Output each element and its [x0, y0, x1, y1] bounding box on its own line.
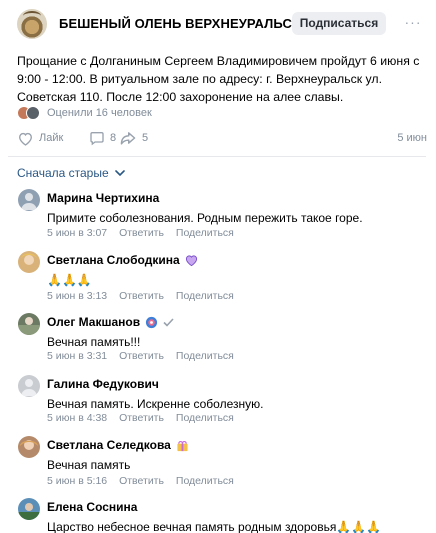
comment-time[interactable]: 5 июн в 3:13 — [47, 290, 107, 302]
gift-badge-icon — [177, 440, 188, 451]
reply-link[interactable]: Ответить — [119, 227, 164, 239]
comments-count: 8 — [110, 132, 117, 144]
post-header: БЕШЕНЫЙ ОЛЕНЬ ВЕРХНЕУРАЛЬСК Подписаться … — [0, 0, 436, 46]
avatar[interactable] — [18, 189, 40, 211]
reply-link[interactable]: Ответить — [119, 350, 164, 362]
comment-author[interactable]: Галина Федукович — [47, 377, 159, 391]
shares-count: 5 — [142, 132, 149, 144]
comment-text: 🙏🙏🙏 — [47, 273, 92, 287]
like-label: Лайк — [39, 132, 64, 144]
group-name[interactable]: БЕШЕНЫЙ ОЛЕНЬ ВЕРХНЕУРАЛЬСК — [59, 16, 300, 31]
share-icon — [120, 132, 136, 145]
comment-author[interactable]: Олег Макшанов — [47, 315, 174, 329]
subscribe-button[interactable]: Подписаться — [292, 12, 386, 35]
comment-item: Галина Федукович Вечная память. Искренне… — [0, 375, 436, 427]
comment-meta: 5 июн в 3:13 Ответить Поделиться — [47, 290, 243, 302]
reply-link[interactable]: Ответить — [119, 475, 164, 487]
comment-author[interactable]: Светлана Селедкова — [47, 438, 189, 452]
share-link[interactable]: Поделиться — [176, 227, 234, 239]
share-link[interactable]: Поделиться — [176, 412, 234, 424]
comment-text: Царство небесное вечная память родным зд… — [47, 520, 382, 533]
share-link[interactable]: Поделиться — [176, 350, 234, 362]
comment-item: Светлана Селедкова Вечная память 5 июн в… — [0, 436, 436, 488]
chevron-down-icon — [114, 169, 125, 176]
comment-text: Вечная память!!! — [47, 335, 141, 349]
reply-link[interactable]: Ответить — [119, 290, 164, 302]
rated-by-text: Оценили 16 человек — [47, 107, 152, 119]
comment-text: Примите соболезнования. Родным пережить … — [47, 211, 363, 225]
comment-time[interactable]: 5 июн в 3:31 — [47, 350, 107, 362]
comment-text: Вечная память — [47, 458, 131, 472]
astronaut-badge-icon — [146, 316, 158, 328]
group-avatar[interactable] — [17, 9, 47, 39]
heart-badge-icon — [185, 254, 197, 266]
post-actions: Лайк 8 5 5 июн — [17, 129, 427, 147]
avatar[interactable] — [18, 436, 40, 458]
avatar[interactable] — [18, 375, 40, 397]
comment-item: Олег Макшанов Вечная память!!! 5 июн в 3… — [0, 313, 436, 365]
sort-dropdown[interactable]: Сначала старые — [17, 166, 125, 180]
reply-link[interactable]: Ответить — [119, 412, 164, 424]
comment-text: Вечная память. Искренне соболезную. — [47, 397, 264, 411]
comment-author[interactable]: Светлана Слободкина — [47, 253, 198, 267]
comment-meta: 5 июн в 3:31 Ответить Поделиться — [47, 350, 243, 362]
comment-meta: 5 июн в 3:07 Ответить Поделиться — [47, 227, 243, 239]
more-options-icon[interactable]: ··· — [404, 14, 422, 30]
share-link[interactable]: Поделиться — [176, 475, 234, 487]
heart-icon — [19, 132, 32, 146]
comment-item: Елена Соснина Царство небесное вечная па… — [0, 498, 436, 533]
post-text: Прощание с Долганиным Сергеем Владимиров… — [17, 54, 420, 104]
like-button[interactable]: Лайк — [17, 129, 63, 147]
sort-label: Сначала старые — [17, 166, 109, 180]
avatar[interactable] — [18, 251, 40, 273]
comment-time[interactable]: 5 июн в 4:38 — [47, 412, 107, 424]
share-button[interactable]: 5 — [119, 129, 148, 147]
comment-meta: 5 июн в 4:38 Ответить Поделиться — [47, 412, 243, 424]
divider — [8, 156, 426, 157]
avatar[interactable] — [18, 498, 40, 520]
verified-check-icon — [163, 317, 174, 327]
comment-item: Марина Чертихина Примите соболезнования.… — [0, 189, 436, 241]
comments-button[interactable]: 8 — [89, 129, 116, 147]
avatar[interactable] — [18, 313, 40, 335]
rater-avatar — [26, 106, 40, 120]
comment-icon — [90, 132, 104, 146]
comment-time[interactable]: 5 июн в 5:16 — [47, 475, 107, 487]
comment-author[interactable]: Елена Соснина — [47, 500, 137, 514]
comment-meta: 5 июн в 5:16 Ответить Поделиться — [47, 475, 243, 487]
post-time[interactable]: 5 июн — [397, 132, 427, 144]
comment-item: Светлана Слободкина 🙏🙏🙏 5 июн в 3:13 Отв… — [0, 251, 436, 303]
comment-author[interactable]: Марина Чертихина — [47, 191, 159, 205]
share-link[interactable]: Поделиться — [176, 290, 234, 302]
comment-time[interactable]: 5 июн в 3:07 — [47, 227, 107, 239]
